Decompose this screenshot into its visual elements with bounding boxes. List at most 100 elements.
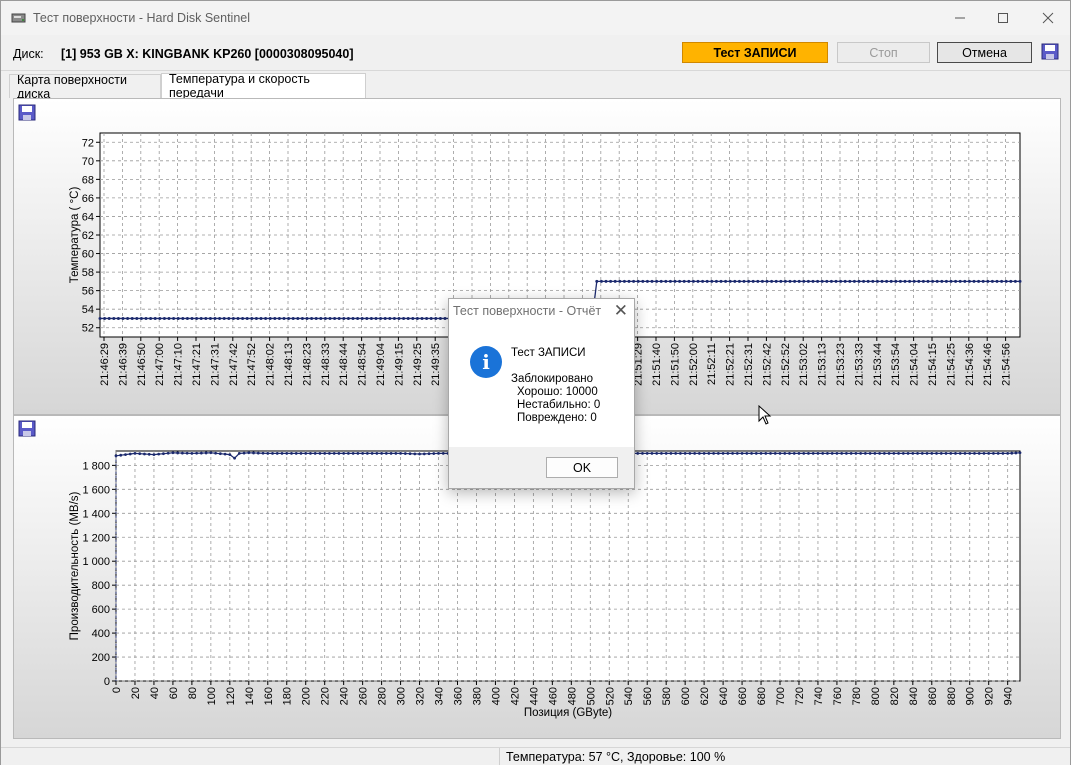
temperature-point — [438, 316, 442, 320]
speed-point — [821, 451, 825, 455]
temperature-point — [742, 279, 746, 283]
temperature-point — [406, 316, 410, 320]
temperature-point — [121, 316, 125, 320]
x-tick-label: 21:54:46 — [982, 343, 994, 386]
x-tick-label: 21:46:50 — [136, 343, 148, 386]
x-tick-label: 400 — [490, 687, 502, 705]
save-icon[interactable] — [1041, 43, 1059, 60]
speed-point — [892, 451, 896, 455]
temperature-point — [903, 279, 907, 283]
speed-point — [304, 451, 308, 455]
temperature-point — [981, 279, 985, 283]
tab-surface-map[interactable]: Карта поверхности диска — [9, 73, 161, 101]
speed-point — [992, 451, 995, 455]
speed-point — [645, 451, 649, 455]
y-tick-label: 200 — [92, 652, 110, 664]
dialog-close-icon[interactable]: ✕ — [614, 301, 628, 321]
temperature-point — [98, 316, 102, 320]
temperature-point — [1004, 279, 1008, 283]
temperature-point — [682, 279, 686, 283]
speed-point — [399, 451, 402, 455]
temperature-point — [291, 316, 295, 320]
x-tick-label: 220 — [320, 687, 332, 705]
speed-point — [693, 451, 697, 455]
status-bar: Температура: 57 °C, Здоровье: 100 % — [1, 747, 1070, 765]
title-bar: Тест поверхности - Hard Disk Sentinel — [1, 1, 1070, 35]
speed-point — [887, 451, 891, 455]
x-tick-label: 21:49:15 — [393, 343, 405, 386]
temperature-point — [241, 316, 245, 320]
speed-point — [427, 452, 431, 456]
temperature-point — [885, 279, 889, 283]
speed-point — [759, 451, 763, 455]
speed-point — [650, 451, 654, 455]
close-button[interactable] — [1025, 1, 1071, 35]
stop-button[interactable]: Стоп — [837, 42, 930, 63]
temperature-point — [793, 279, 797, 283]
temperature-point — [176, 316, 180, 320]
y-tick-label: 1 000 — [82, 556, 110, 568]
temperature-point — [195, 316, 199, 320]
speed-point — [906, 451, 910, 455]
temperature-point — [1009, 279, 1013, 283]
cancel-button[interactable]: Отмена — [937, 42, 1032, 63]
temperature-point — [714, 279, 718, 283]
maximize-button[interactable] — [980, 1, 1026, 35]
x-tick-label: 21:52:42 — [761, 343, 773, 386]
speed-point — [361, 451, 365, 455]
x-tick-label: 500 — [585, 687, 597, 705]
temperature-point — [839, 279, 843, 283]
temperature-point — [724, 279, 728, 283]
speed-point — [792, 451, 796, 455]
x-tick-label: 880 — [946, 687, 958, 705]
x-tick-label: 21:53:54 — [890, 343, 902, 386]
y-tick-label: 68 — [82, 174, 94, 186]
x-tick-label: 21:48:13 — [283, 343, 295, 386]
speed-point — [209, 451, 213, 455]
write-test-button[interactable]: Тест ЗАПИСИ — [682, 42, 828, 63]
speed-point — [432, 452, 436, 455]
speed-point — [930, 451, 934, 455]
speed-point — [195, 451, 199, 455]
x-tick-label: 21:53:44 — [872, 343, 884, 386]
y-tick-label: 0 — [104, 676, 110, 688]
speed-point — [119, 453, 123, 457]
speed-point — [252, 451, 255, 455]
speed-point — [664, 451, 668, 455]
speed-point — [935, 451, 938, 455]
temperature-point — [346, 316, 350, 320]
y-axis-label: Производительность (MB/s) — [69, 491, 81, 640]
speed-point — [987, 451, 991, 455]
speed-point — [370, 451, 374, 455]
temperature-point — [264, 316, 268, 320]
speed-point — [1010, 451, 1014, 455]
temperature-point — [392, 316, 396, 320]
speed-point — [669, 451, 673, 455]
minimize-button[interactable] — [937, 1, 983, 35]
tab-temperature-speed[interactable]: Температура и скорость передачи — [161, 72, 366, 100]
speed-point — [816, 451, 820, 455]
temperature-point — [360, 316, 364, 320]
speed-point — [351, 451, 355, 455]
x-tick-label: 21:54:36 — [964, 343, 976, 386]
temperature-point — [268, 316, 272, 320]
x-tick-label: 520 — [604, 687, 616, 705]
temperature-point — [162, 316, 166, 320]
speed-point — [309, 451, 312, 455]
minimize-icon — [955, 17, 965, 19]
temperature-point — [135, 316, 139, 320]
temperature-point — [126, 316, 130, 320]
x-tick-label: 21:46:29 — [99, 343, 111, 386]
speed-point — [683, 451, 687, 455]
speed-point — [418, 452, 421, 456]
speed-point — [712, 451, 716, 455]
y-tick-label: 60 — [82, 249, 94, 261]
x-tick-label: 21:48:54 — [357, 343, 369, 386]
x-tick-label: 21:47:31 — [209, 343, 221, 386]
temperature-point — [149, 316, 153, 320]
ok-button[interactable]: OK — [546, 457, 618, 478]
temperature-point — [687, 279, 691, 283]
temperature-point — [190, 316, 194, 320]
temperature-point — [351, 316, 355, 320]
speed-point — [973, 451, 976, 455]
